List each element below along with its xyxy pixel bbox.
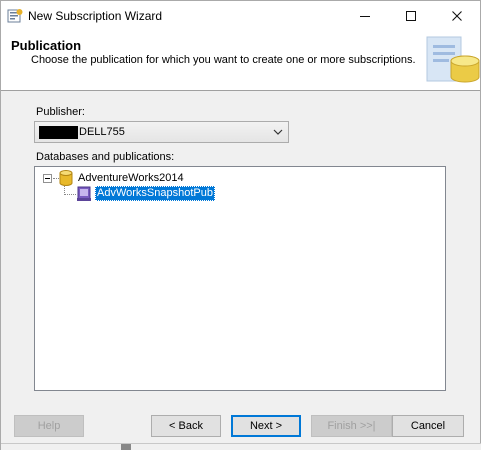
chevron-down-icon	[272, 125, 284, 139]
back-button[interactable]: < Back	[151, 415, 221, 437]
next-button[interactable]: Next >	[231, 415, 301, 437]
minimize-icon	[360, 16, 370, 17]
publications-tree[interactable]: AdventureWorks2014 AdvWorksSnapshotPub	[34, 166, 446, 391]
tree-node-database[interactable]: AdventureWorks2014	[78, 172, 184, 184]
page-subtitle: Choose the publication for which you wan…	[31, 54, 416, 66]
maximize-icon	[406, 11, 416, 21]
wizard-app-icon	[7, 8, 23, 24]
publisher-value: DELL755	[79, 126, 125, 138]
title-bar[interactable]: New Subscription Wizard	[1, 1, 480, 31]
close-button[interactable]	[434, 1, 480, 31]
redacted-block	[39, 126, 78, 139]
publisher-label: Publisher:	[36, 106, 85, 118]
underlying-window-edge	[1, 443, 481, 450]
database-header-icon	[425, 33, 481, 90]
finish-button[interactable]: Finish >>|	[311, 415, 392, 437]
wizard-header: Publication Choose the publication for w…	[1, 31, 480, 91]
page-title: Publication	[11, 38, 82, 53]
help-button[interactable]: Help	[14, 415, 84, 437]
maximize-button[interactable]	[388, 1, 434, 31]
publication-icon	[76, 186, 92, 202]
background-fragment	[121, 444, 131, 450]
collapse-toggle[interactable]	[43, 174, 52, 183]
cancel-button[interactable]: Cancel	[392, 415, 464, 437]
tree-connector	[64, 194, 76, 195]
wizard-window: New Subscription Wizard Publication Choo…	[0, 0, 481, 450]
tree-node-publication[interactable]: AdvWorksSnapshotPub	[95, 186, 215, 201]
close-icon	[452, 11, 462, 21]
minimize-button[interactable]	[342, 1, 388, 31]
databases-label: Databases and publications:	[36, 151, 175, 163]
window-title: New Subscription Wizard	[28, 9, 163, 23]
publisher-select[interactable]: DELL755	[34, 121, 289, 143]
database-icon	[59, 170, 73, 186]
